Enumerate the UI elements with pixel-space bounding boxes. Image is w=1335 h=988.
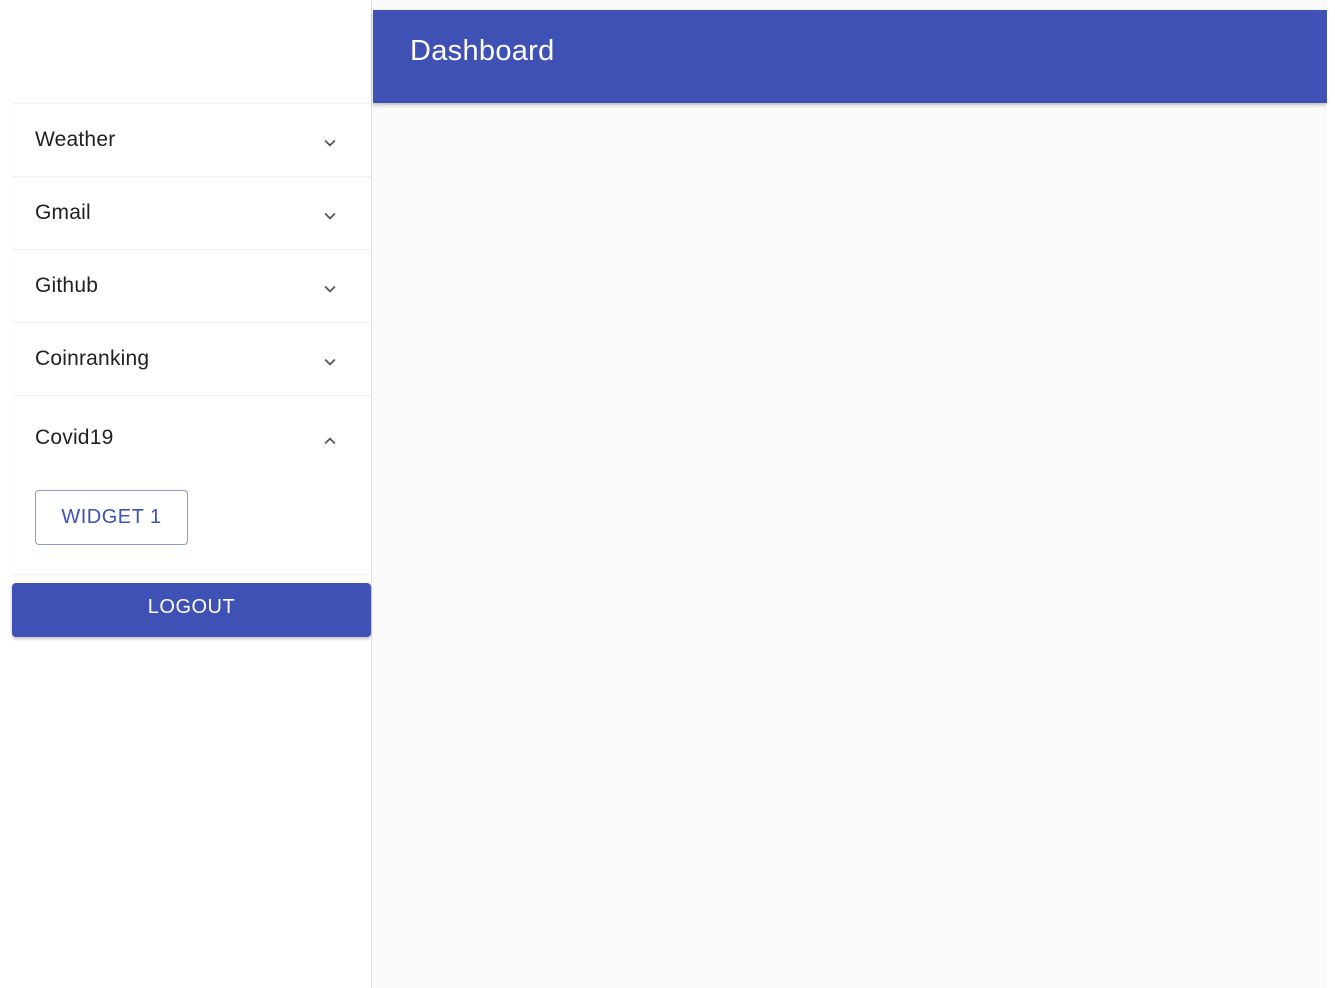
right-edge (1327, 0, 1335, 988)
page-title: Dashboard (410, 35, 555, 67)
chevron-down-icon[interactable] (319, 205, 341, 227)
chevron-down-icon[interactable] (319, 278, 341, 300)
main-content: Dashboard (373, 0, 1335, 988)
accordion-item-gmail: Gmail (12, 176, 371, 249)
accordion-details-covid19: WIDGET 1 (12, 480, 371, 574)
accordion-item-github: Github (12, 249, 371, 322)
service-accordion: Weather Gmail Github Coinranking Covid19… (12, 103, 371, 574)
accordion-header-weather[interactable]: Weather (12, 104, 371, 176)
accordion-item-coinranking: Coinranking (12, 322, 371, 395)
accordion-header-gmail[interactable]: Gmail (12, 177, 371, 249)
accordion-label: Coinranking (35, 347, 150, 370)
accordion-label: Github (35, 274, 99, 297)
chevron-down-icon[interactable] (319, 351, 341, 373)
accordion-label: Covid19 (35, 426, 114, 449)
logout-button[interactable]: LOGOUT (12, 583, 371, 637)
accordion-header-github[interactable]: Github (12, 250, 371, 322)
accordion-header-covid19[interactable]: Covid19 (12, 396, 371, 480)
chevron-down-icon[interactable] (319, 132, 341, 154)
app-root: Weather Gmail Github Coinranking Covid19… (0, 0, 1335, 988)
sidebar: Weather Gmail Github Coinranking Covid19… (0, 0, 372, 988)
accordion-item-covid19: Covid19 WIDGET 1 (12, 395, 371, 574)
chevron-up-icon[interactable] (319, 430, 341, 452)
accordion-item-weather: Weather (12, 103, 371, 176)
accordion-header-coinranking[interactable]: Coinranking (12, 323, 371, 395)
accordion-label: Weather (35, 128, 116, 151)
widget-1-button[interactable]: WIDGET 1 (35, 490, 188, 545)
accordion-label: Gmail (35, 201, 91, 224)
app-bar: Dashboard (373, 10, 1327, 103)
